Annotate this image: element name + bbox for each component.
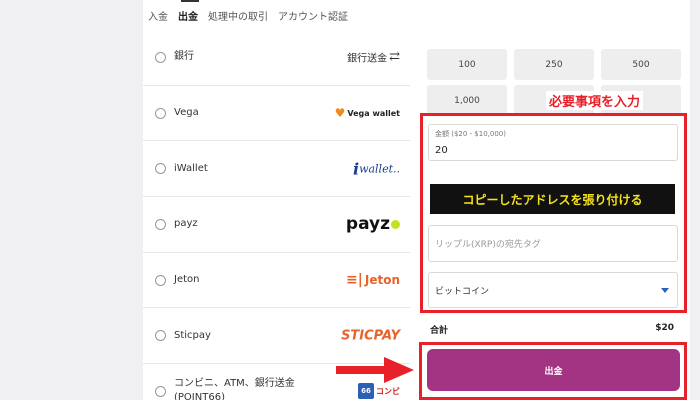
amount-preset-button[interactable]: 1,000 (427, 85, 507, 116)
point66-badge-icon: 66 (358, 383, 374, 400)
radio-button[interactable] (155, 107, 166, 119)
logo-text: STICPAY (341, 328, 400, 344)
method-label: iWallet (174, 162, 208, 174)
method-label: payz (174, 218, 198, 230)
tab-deposit[interactable]: 入金 (148, 8, 168, 23)
swap-arrows-icon: ⇄ (389, 49, 400, 65)
radio-button[interactable] (155, 163, 166, 175)
tab-withdraw[interactable]: 出金 (178, 8, 198, 23)
tab-bar: 入金 出金 処理中の取引 アカウント認証 (148, 0, 348, 30)
logo-text: Vega wallet (347, 108, 400, 118)
method-label: Jeton (174, 274, 200, 286)
active-tab-indicator (181, 0, 199, 2)
method-label: 銀行 (174, 51, 194, 63)
payz-logo: payz (346, 214, 400, 234)
logo-text: payz (345, 214, 390, 235)
bank-transfer-logo: 銀行送金 ⇄ (347, 50, 400, 65)
radio-button[interactable] (155, 274, 166, 286)
method-sticpay[interactable]: Sticpay STICPAY (143, 308, 410, 365)
logo-text: wallet.. (359, 162, 400, 176)
left-gutter (0, 0, 143, 400)
point66-logo: 66 コンビ (358, 383, 400, 400)
logo-text: コンビ (376, 386, 400, 396)
sticpay-logo: STICPAY (341, 328, 400, 343)
amount-preset-button[interactable]: 250 (514, 49, 594, 80)
method-jeton[interactable]: Jeton ≡| Jeton (143, 253, 410, 309)
iwallet-logo: i wallet.. (353, 159, 400, 178)
radio-button[interactable] (155, 51, 166, 63)
jeton-logo: ≡| Jeton (346, 272, 400, 288)
method-vega[interactable]: Vega ♥ Vega wallet (143, 86, 410, 142)
logo-text: 銀行送金 (347, 53, 388, 65)
method-label: Sticpay (174, 329, 211, 341)
method-iwallet[interactable]: iWallet i wallet.. (143, 141, 410, 198)
radio-button[interactable] (155, 218, 166, 230)
method-payz[interactable]: payz payz (143, 197, 410, 253)
annotation-callout-required: 必要事項を入力 (546, 91, 644, 110)
vega-wallet-logo: ♥ Vega wallet (335, 106, 400, 120)
radio-button[interactable] (155, 385, 166, 397)
method-label: Vega (174, 107, 199, 119)
tab-pending-transactions[interactable]: 処理中の取引 (208, 8, 268, 23)
total-label: 合計 (430, 326, 449, 336)
method-label: コンビニ、ATM、銀行送金 (POINT66) (174, 378, 295, 400)
payment-method-list: 銀行 銀行送金 ⇄ Vega ♥ Vega wallet iWallet i w… (143, 30, 410, 400)
jeton-j-icon: ≡| (346, 272, 363, 289)
annotation-callout-address: コピーしたアドレスを張り付ける (430, 184, 675, 214)
right-gutter (690, 0, 700, 400)
withdraw-button[interactable]: 出金 (427, 349, 680, 391)
total-value: $20 (655, 323, 674, 333)
total-row: 合計 $20 (430, 323, 674, 336)
radio-button[interactable] (155, 330, 166, 342)
payz-dot-icon (391, 219, 400, 229)
amount-preset-button[interactable]: 500 (601, 49, 681, 80)
annotation-arrow-icon (336, 357, 414, 383)
logo-text: Jeton (364, 273, 400, 288)
method-bank[interactable]: 銀行 銀行送金 ⇄ (143, 30, 410, 86)
amount-preset-button[interactable]: 100 (427, 49, 507, 80)
tab-account-verification[interactable]: アカウント認証 (278, 8, 348, 23)
vega-v-icon: ♥ (334, 106, 346, 121)
